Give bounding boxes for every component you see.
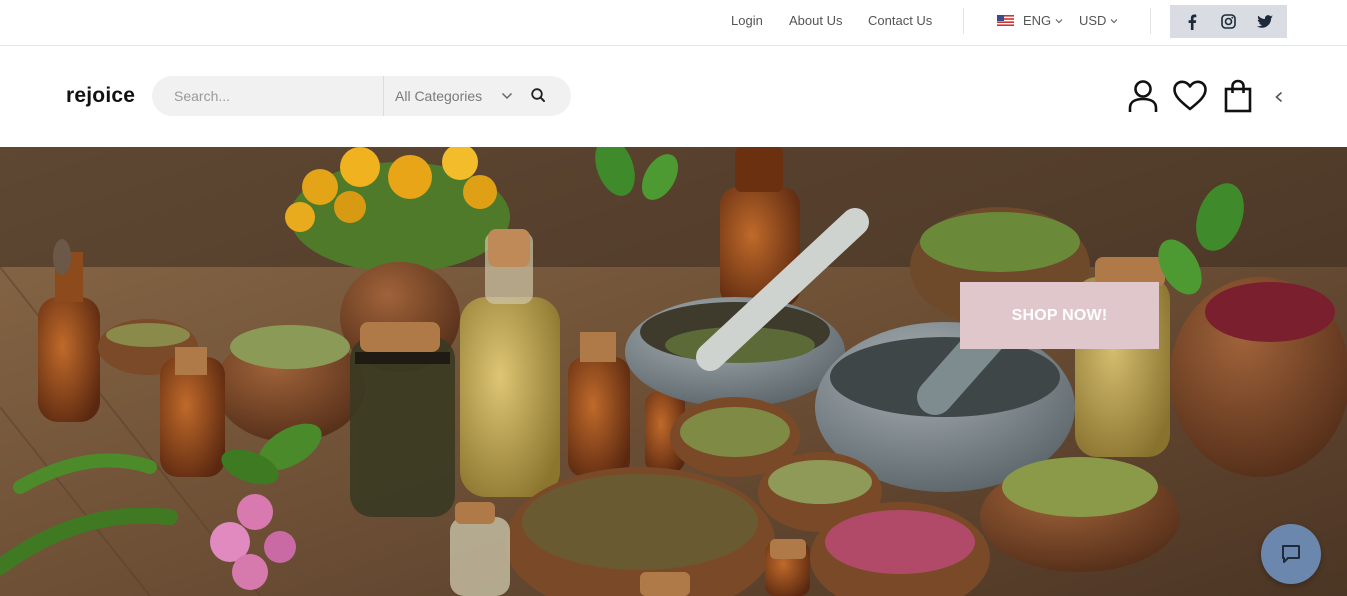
search-bar: All Categories (152, 76, 571, 116)
chat-button[interactable] (1261, 524, 1321, 584)
herbal-apothecary-image (0, 147, 1347, 596)
shop-now-button[interactable]: SHOP NOW! (960, 282, 1159, 349)
chevron-down-icon (1111, 18, 1118, 23)
currency-selector[interactable]: USD (1079, 13, 1118, 28)
chevron-down-icon[interactable] (501, 91, 513, 101)
shopping-bag-icon[interactable] (1224, 79, 1252, 113)
contact-us-link[interactable]: Contact Us (868, 13, 932, 28)
user-icon[interactable] (1127, 79, 1159, 113)
search-input[interactable] (152, 76, 383, 116)
divider (963, 8, 964, 34)
category-select[interactable]: All Categories (395, 88, 482, 104)
divider (383, 76, 384, 116)
us-flag-icon (997, 15, 1014, 26)
top-bar: Login About Us Contact Us ENG USD (0, 0, 1347, 46)
language-label: ENG (1023, 13, 1052, 28)
category-select-label: All Categories (395, 88, 483, 104)
site-logo[interactable]: rejoice (66, 84, 135, 108)
search-icon[interactable] (530, 87, 548, 105)
social-links (1170, 5, 1287, 38)
divider (1150, 8, 1151, 34)
main-header: rejoice All Categories (0, 46, 1347, 147)
login-link[interactable]: Login (731, 13, 763, 28)
instagram-icon[interactable] (1213, 7, 1243, 37)
facebook-icon[interactable] (1177, 7, 1207, 37)
hero-banner: SHOP NOW! (0, 147, 1347, 596)
about-us-link[interactable]: About Us (789, 13, 842, 28)
twitter-icon[interactable] (1250, 7, 1280, 37)
currency-label: USD (1079, 13, 1107, 28)
language-selector[interactable]: ENG (997, 13, 1063, 28)
chevron-left-icon[interactable] (1273, 91, 1285, 103)
heart-icon[interactable] (1172, 80, 1208, 112)
chat-icon (1282, 545, 1300, 563)
chevron-down-icon (1055, 18, 1063, 23)
